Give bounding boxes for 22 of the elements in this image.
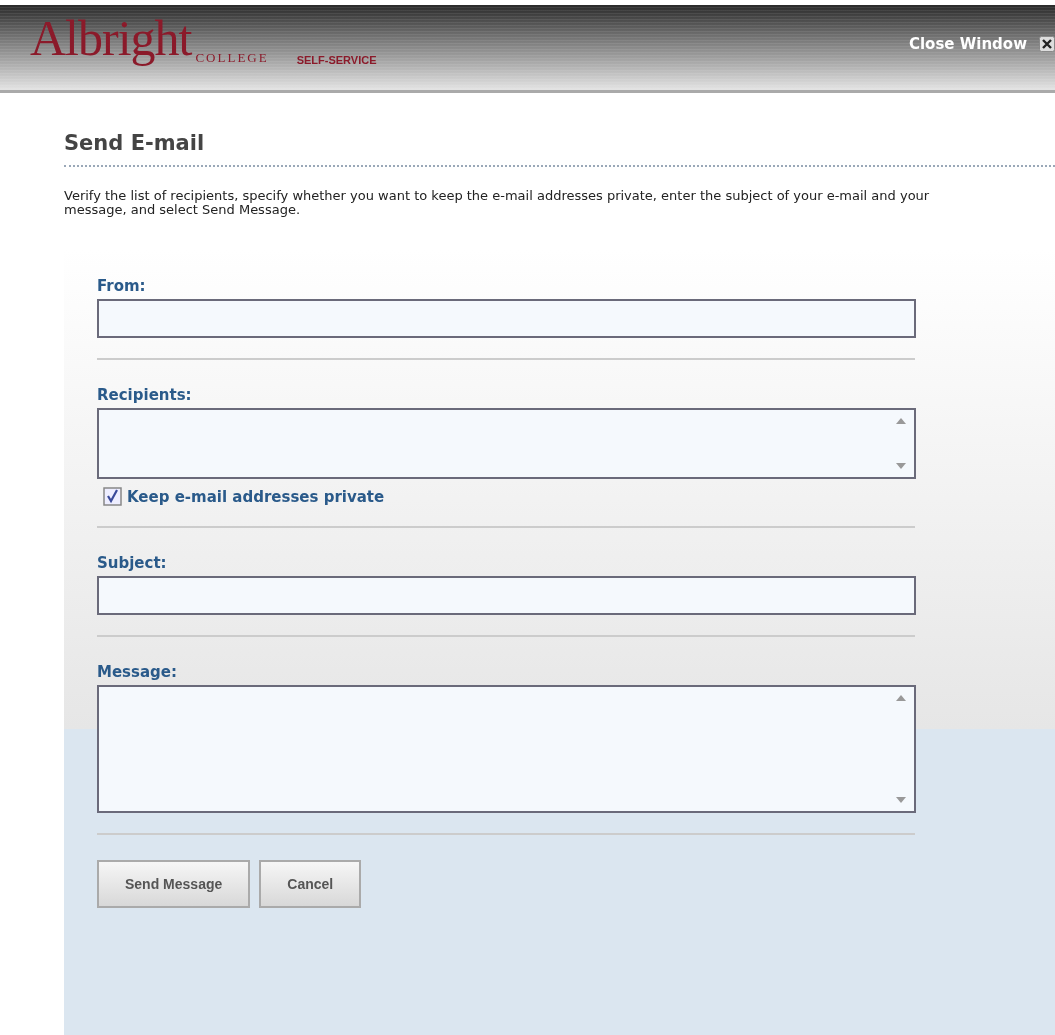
field-label: Recipients:: [97, 386, 193, 404]
scroll-down-icon[interactable]: [896, 797, 906, 803]
text-area-field[interactable]: [97, 408, 916, 479]
scroll-up-icon[interactable]: [896, 418, 906, 424]
close-window-link[interactable]: Close Window: [908, 35, 1027, 53]
scroll-up-icon[interactable]: [896, 695, 906, 701]
product-name: SELF-SERVICE: [296, 54, 377, 66]
form-button[interactable]: Send Message: [97, 860, 251, 908]
field-label: From:: [97, 277, 147, 295]
close-icon[interactable]: [1039, 36, 1055, 52]
field-label: Message:: [97, 663, 178, 681]
instructions-text: Verify the list of recipients, specify whether you want to keep the e-mail addresses private, enter the subject of your e-mail and your message, and select Send Message.: [64, 189, 931, 217]
checkbox[interactable]: [103, 487, 122, 506]
text-area-field[interactable]: [97, 685, 916, 813]
checkbox-label: Keep e-mail addresses private: [127, 487, 385, 506]
field-label: Subject:: [97, 554, 168, 572]
logo-subtitle: COLLEGE: [195, 50, 269, 66]
text-input-field[interactable]: [97, 576, 916, 615]
form-button[interactable]: Cancel: [259, 860, 362, 908]
scroll-down-icon[interactable]: [896, 463, 906, 469]
text-input-field[interactable]: [97, 299, 916, 338]
page-title: Send E-mail: [64, 131, 206, 155]
